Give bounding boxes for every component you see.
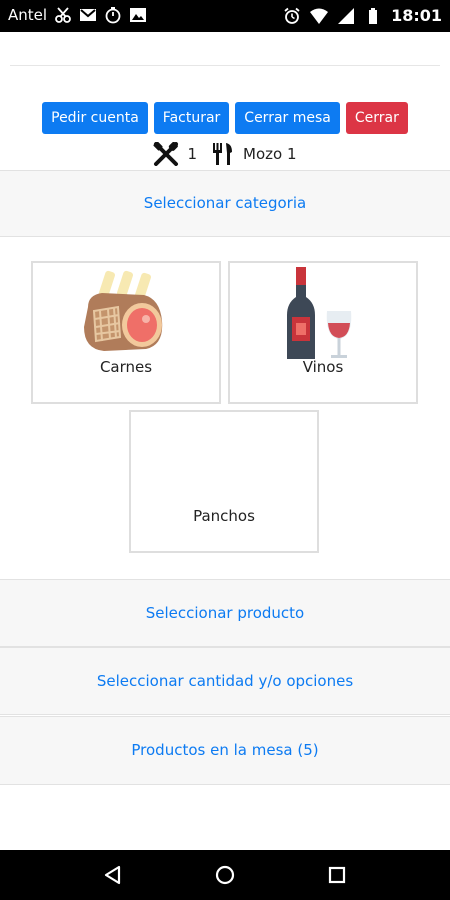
select-product-header[interactable]: Seleccionar producto [0,579,450,647]
action-buttons: Pedir cuenta Facturar Cerrar mesa Cerrar [0,102,450,134]
select-product-label: Seleccionar producto [145,604,305,622]
divider [10,65,440,66]
select-category-header[interactable]: Seleccionar categoria [0,170,450,237]
navigation-bar [0,850,450,900]
table-products-header[interactable]: Productos en la mesa (5) [0,716,450,785]
image-icon [130,8,147,22]
clock: 18:01 [391,6,442,25]
status-bar: Antel 18:01 [0,0,450,32]
wifi-icon [310,8,329,24]
scissors-icon [55,7,71,23]
recents-button[interactable] [307,850,367,900]
app-content: Pedir cuenta Facturar Cerrar mesa Cerrar… [0,32,450,850]
table-products-label: Productos en la mesa (5) [131,741,319,759]
select-category-label: Seleccionar categoria [143,194,307,212]
pedir-cuenta-button[interactable]: Pedir cuenta [42,102,148,134]
category-label: Panchos [193,507,255,525]
table-number: 1 [187,145,198,163]
cerrar-mesa-button[interactable]: Cerrar mesa [235,102,340,134]
wine-icon [287,267,352,359]
home-circle-icon [215,865,235,885]
gmail-icon [80,9,97,21]
select-quantity-header[interactable]: Seleccionar cantidad y/o opciones [0,647,450,715]
recents-square-icon [328,866,346,884]
category-card-carnes[interactable]: Carnes [31,261,221,404]
meat-icon [84,270,163,351]
cerrar-button[interactable]: Cerrar [345,102,408,134]
fork-knife-icon [213,143,233,165]
table-info: 1 Mozo 1 [0,142,450,166]
battery-icon [369,7,378,24]
alarm-icon [284,7,300,24]
home-button[interactable] [195,850,255,900]
stopwatch-icon [105,7,121,24]
select-quantity-label: Seleccionar cantidad y/o opciones [96,672,354,690]
category-label: Vinos [302,358,344,376]
category-card-panchos[interactable]: Panchos [129,410,319,553]
utensils-crossed-icon [153,142,179,166]
back-triangle-icon [104,865,121,885]
signal-icon [338,7,355,24]
carrier-name: Antel [8,6,48,24]
category-card-vinos[interactable]: Vinos [228,261,418,404]
back-button[interactable] [83,850,143,900]
facturar-button[interactable]: Facturar [153,102,230,134]
waiter-name: Mozo 1 [243,145,297,163]
category-label: Carnes [99,358,153,376]
